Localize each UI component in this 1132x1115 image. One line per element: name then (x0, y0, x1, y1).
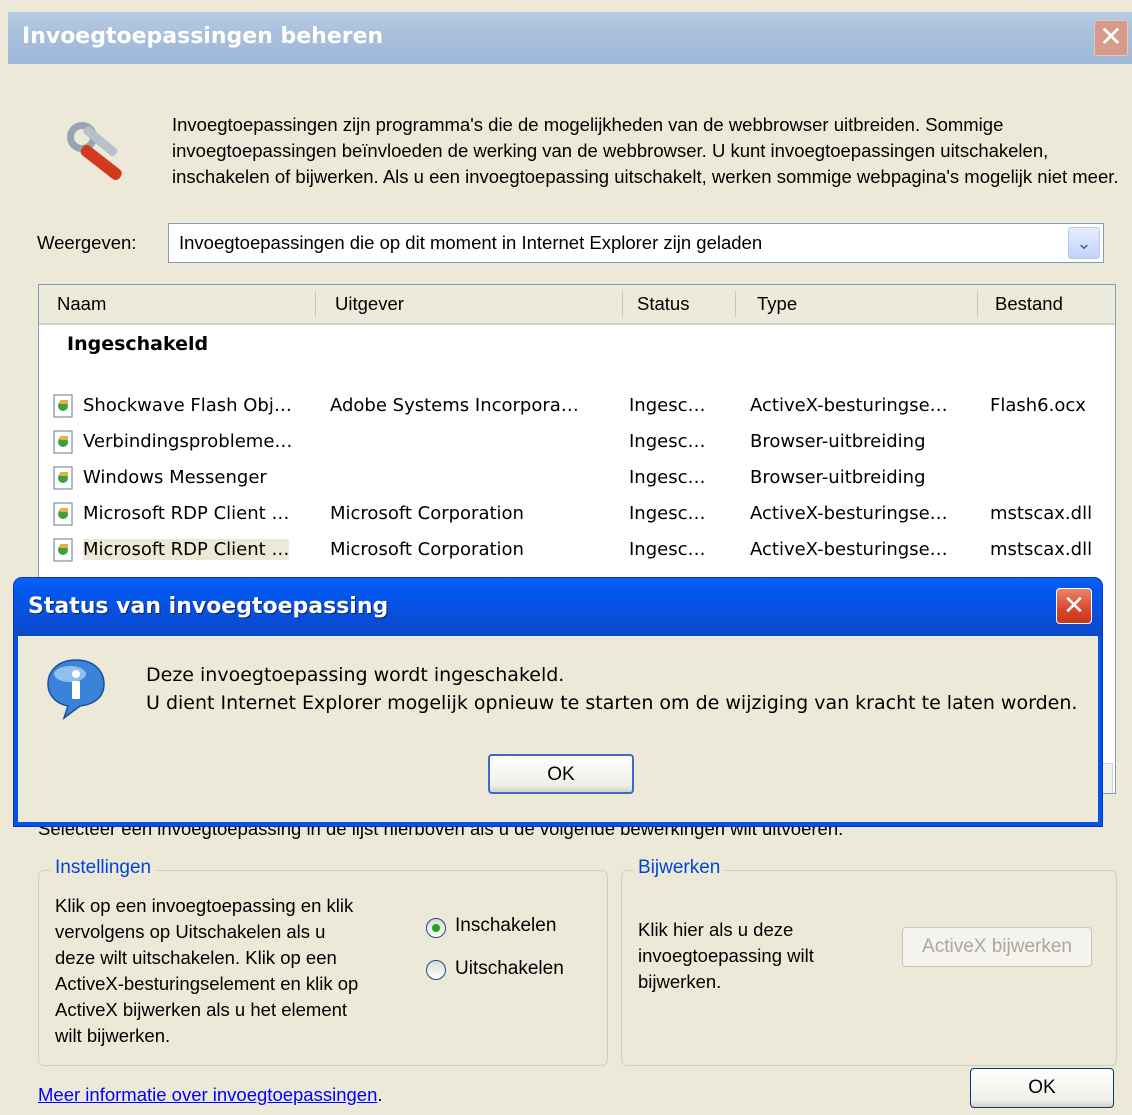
row-name: Shockwave Flash Obj… (83, 395, 292, 416)
row-status: Ingesc… (629, 503, 706, 524)
settings-line: wilt bijwerken. (55, 1025, 171, 1046)
addon-icon (53, 430, 73, 454)
settings-groupbox: Instellingen Klik op een invoegtoepassin… (38, 857, 608, 1066)
more-info-period: . (377, 1084, 383, 1105)
update-legend: Bijwerken (634, 857, 725, 879)
status-dialog-close-button[interactable]: ✕ (1056, 588, 1092, 624)
row-type: ActiveX-besturingse… (750, 395, 948, 416)
column-header-publisher[interactable]: Uitgever (335, 293, 404, 315)
status-dialog: Status van invoegtoepassing ✕ Deze invoe… (14, 578, 1102, 826)
row-type: Browser-uitbreiding (750, 431, 926, 452)
row-type: ActiveX-besturingse… (750, 503, 948, 524)
status-dialog-titlebar[interactable]: Status van invoegtoepassing ✕ (14, 578, 1102, 636)
row-file: Flash6.ocx (990, 395, 1086, 416)
table-row[interactable]: Verbindingsprobleme… Ingesc… Browser-uit… (39, 425, 1115, 459)
show-label: Weergeven: (37, 232, 137, 253)
table-row[interactable]: Microsoft RDP Client … Microsoft Corpora… (39, 497, 1115, 531)
row-publisher: Adobe Systems Incorpora… (330, 395, 579, 416)
row-status: Ingesc… (629, 431, 706, 452)
row-name: Microsoft RDP Client … (83, 539, 290, 560)
addon-icon (53, 502, 73, 526)
row-publisher: Microsoft Corporation (330, 503, 524, 524)
status-dialog-title: Status van invoegtoepassing (28, 594, 389, 619)
close-icon: ✕ (1099, 20, 1123, 53)
status-dialog-body: Deze invoegtoepassing wordt ingeschakeld… (18, 636, 1098, 822)
settings-legend: Instellingen (51, 857, 156, 879)
status-ok-button[interactable]: OK (488, 754, 634, 794)
list-header: Naam Uitgever Status Type Bestand (39, 285, 1115, 325)
settings-line: Klik op een invoegtoepassing en klik (55, 895, 354, 916)
update-line: invoegtoepassing wilt (638, 945, 814, 966)
row-name: Verbindingsprobleme… (83, 431, 293, 452)
table-row[interactable]: Shockwave Flash Obj… Adobe Systems Incor… (39, 389, 1115, 423)
activex-update-button[interactable]: ActiveX bijwerken (902, 927, 1092, 967)
settings-line: ActiveX-besturingselement en klik op (55, 973, 359, 994)
show-dropdown-value: Invoegtoepassingen die op dit moment in … (179, 232, 763, 253)
row-status: Ingesc… (629, 467, 706, 488)
ok-button[interactable]: OK (970, 1068, 1114, 1108)
table-row[interactable]: Windows Messenger Ingesc… Browser-uitbre… (39, 461, 1115, 495)
update-line: Klik hier als u deze (638, 919, 794, 940)
column-header-status[interactable]: Status (637, 293, 689, 315)
column-header-name[interactable]: Naam (57, 293, 106, 315)
update-description: Klik hier als u deze invoegtoepassing wi… (638, 917, 878, 995)
group-label-enabled: Ingeschakeld (67, 333, 209, 355)
settings-line: deze wilt uitschakelen. Klik op een (55, 947, 337, 968)
row-publisher: Microsoft Corporation (330, 539, 524, 560)
row-name: Microsoft RDP Client … (83, 503, 290, 524)
addon-manager-window: Invoegtoepassingen beheren ✕ Invoegtoepa… (0, 0, 1132, 1115)
row-file: mstscax.dll (990, 539, 1093, 560)
main-window-title: Invoegtoepassingen beheren (22, 24, 384, 49)
radio-disable[interactable] (426, 960, 446, 980)
description-text: Invoegtoepassingen zijn programma's die … (172, 114, 1119, 187)
row-status: Ingesc… (629, 395, 706, 416)
more-info-link[interactable]: Meer informatie over invoegtoepassingen. (38, 1084, 383, 1106)
row-type: Browser-uitbreiding (750, 467, 926, 488)
row-file: mstscax.dll (990, 503, 1093, 524)
settings-line: vervolgens op Uitschakelen als u (55, 921, 326, 942)
tools-icon (67, 122, 122, 180)
status-message-line2: U dient Internet Explorer mogelijk opnie… (146, 692, 1078, 714)
row-status: Ingesc… (629, 539, 706, 560)
more-info-link-text[interactable]: Meer informatie over invoegtoepassingen (38, 1084, 377, 1105)
settings-line: ActiveX bijwerken als u het element (55, 999, 348, 1020)
addon-icon (53, 466, 73, 490)
main-titlebar[interactable]: Invoegtoepassingen beheren ✕ (8, 12, 1132, 64)
radio-enable[interactable] (426, 918, 446, 938)
info-icon (47, 659, 105, 720)
radio-enable-label[interactable]: Inschakelen (455, 915, 556, 937)
settings-description: Klik op een invoegtoepassing en klik ver… (55, 893, 425, 1049)
update-line: bijwerken. (638, 971, 722, 992)
show-dropdown[interactable]: Invoegtoepassingen die op dit moment in … (168, 223, 1104, 263)
radio-disable-label[interactable]: Uitschakelen (455, 958, 564, 980)
row-type: ActiveX-besturingse… (750, 539, 948, 560)
addon-icon (53, 394, 73, 418)
update-groupbox: Bijwerken Klik hier als u deze invoegtoe… (621, 857, 1117, 1066)
close-icon: ✕ (1063, 591, 1085, 621)
addon-icon (53, 538, 73, 562)
main-close-button[interactable]: ✕ (1094, 20, 1128, 56)
status-message-line1: Deze invoegtoepassing wordt ingeschakeld… (146, 664, 565, 686)
table-row[interactable]: Microsoft RDP Client … Microsoft Corpora… (39, 533, 1115, 567)
column-header-file[interactable]: Bestand (995, 293, 1063, 315)
column-header-type[interactable]: Type (757, 293, 797, 315)
chevron-down-icon[interactable]: ⌄ (1068, 227, 1100, 259)
row-name: Windows Messenger (83, 467, 267, 488)
